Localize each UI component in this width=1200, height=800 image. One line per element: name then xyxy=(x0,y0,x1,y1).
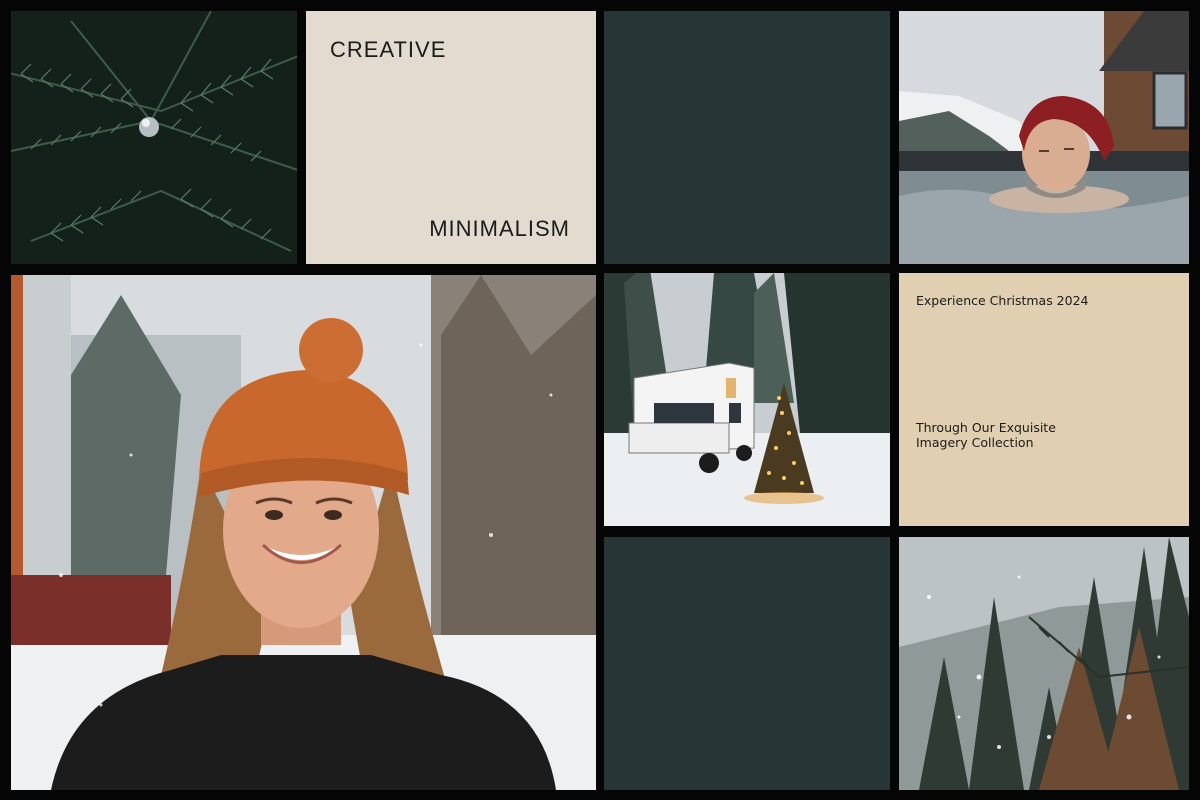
rv-christmas-tree-photo xyxy=(604,273,890,526)
smiling-woman-photo xyxy=(11,275,596,790)
creative-label: CREATIVE xyxy=(330,37,447,62)
christmas-subtitle-line: Through Our Exquisite xyxy=(916,420,1056,435)
snowy-forest-photo xyxy=(899,537,1189,790)
minimalism-label: MINIMALISM xyxy=(429,216,570,241)
pine-ornament-photo xyxy=(11,11,297,264)
moodboard-grid: CREATIVE MINIMALISM Experience Christmas… xyxy=(0,0,1200,800)
dark-color-swatch xyxy=(604,11,890,264)
creative-minimalism-panel: CREATIVE MINIMALISM xyxy=(306,11,596,264)
dark-color-swatch xyxy=(604,537,890,790)
christmas-heading: Experience Christmas 2024 xyxy=(916,293,1089,308)
hot-tub-man-photo xyxy=(899,11,1189,264)
christmas-text-panel: Experience Christmas 2024 Through Our Ex… xyxy=(899,273,1189,526)
christmas-subtitle: Through Our Exquisite Imagery Collection xyxy=(916,420,1096,450)
christmas-subtitle-line: Imagery Collection xyxy=(916,435,1034,450)
